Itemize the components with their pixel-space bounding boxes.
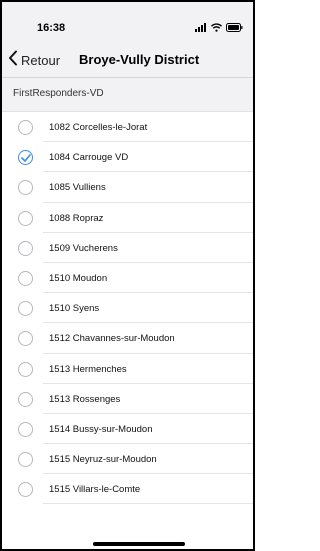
radio-circle-icon[interactable] [18, 331, 33, 347]
list-item-label: 1510 Moudon [49, 272, 108, 284]
radio-circle-icon[interactable] [18, 301, 33, 317]
phone-screen: 16:38 Retour Broye-Vully District FirstR… [0, 0, 255, 551]
radio-circle-icon[interactable] [18, 452, 33, 468]
list-item[interactable]: 1085 Vulliens [2, 172, 253, 203]
list-item[interactable]: 1082 Corcelles-le-Jorat [2, 112, 253, 143]
list-item[interactable]: 1513 Rossenges [2, 383, 253, 415]
list-item-label: 1513 Rossenges [49, 393, 121, 405]
list-item[interactable]: 1088 Ropraz [2, 202, 253, 233]
radio-circle-icon[interactable] [18, 361, 33, 377]
page-title: Broye-Vully District [79, 52, 200, 67]
list-item-label: 1082 Corcelles-le-Jorat [49, 122, 148, 133]
radio-circle-icon[interactable] [18, 120, 33, 135]
radio-circle-icon[interactable] [18, 240, 33, 256]
list-item-label: 1510 Syens [49, 303, 100, 315]
list-item-label: 1515 Neyruz-sur-Moudon [49, 454, 157, 466]
back-label: Retour [21, 52, 61, 68]
list-item-label: 1084 Carrouge VD [49, 152, 129, 164]
status-icons [195, 23, 243, 33]
home-indicator[interactable] [93, 542, 185, 546]
wifi-icon [211, 19, 222, 37]
status-bar: 16:38 [2, 2, 253, 42]
navigation-bar: Retour Broye-Vully District [2, 42, 253, 78]
signal-icon [195, 19, 207, 37]
status-time: 16:38 [37, 22, 66, 34]
list-item[interactable]: 1514 Bussy-sur-Moudon [2, 413, 253, 445]
list-item[interactable]: 1510 Syens [2, 293, 253, 324]
radio-circle-icon[interactable] [18, 482, 33, 498]
chevron-left-icon [8, 50, 18, 71]
section-header: FirstResponders-VD [2, 78, 253, 112]
list-item-label: 1085 Vulliens [49, 182, 106, 194]
battery-icon [226, 19, 243, 37]
list-item[interactable]: 1084 Carrouge VD [2, 142, 253, 173]
list-item-label: 1509 Vucherens [49, 242, 118, 254]
radio-circle-icon[interactable] [18, 421, 33, 437]
checkmark-circle-icon[interactable] [18, 150, 33, 166]
list-item[interactable]: 1513 Hermenches [2, 353, 253, 384]
list-item[interactable]: 1515 Neyruz-sur-Moudon [2, 444, 253, 475]
locality-list: 1082 Corcelles-le-Jorat 1084 Carrouge VD 1… [2, 112, 253, 505]
list-item[interactable]: 1515 Villars-le-Comte [2, 474, 253, 505]
list-item-label: 1512 Chavannes-sur-Moudon [49, 333, 175, 345]
radio-circle-icon[interactable] [18, 180, 33, 196]
list-item-label: 1514 Bussy-sur-Moudon [49, 423, 153, 435]
back-button[interactable]: Retour [8, 50, 60, 70]
list-item-label: 1088 Ropraz [49, 212, 104, 224]
list-item-label: 1513 Hermenches [49, 363, 127, 375]
list-item-label: 1515 Villars-le-Comte [49, 484, 141, 496]
radio-circle-icon[interactable] [18, 210, 33, 226]
list-item[interactable]: 1510 Moudon [2, 262, 253, 294]
radio-circle-icon[interactable] [18, 270, 33, 286]
list-item[interactable]: 1509 Vucherens [2, 232, 253, 264]
list-item[interactable]: 1512 Chavannes-sur-Moudon [2, 323, 253, 354]
section-label: FirstResponders-VD [13, 88, 104, 99]
radio-circle-icon[interactable] [18, 391, 33, 407]
